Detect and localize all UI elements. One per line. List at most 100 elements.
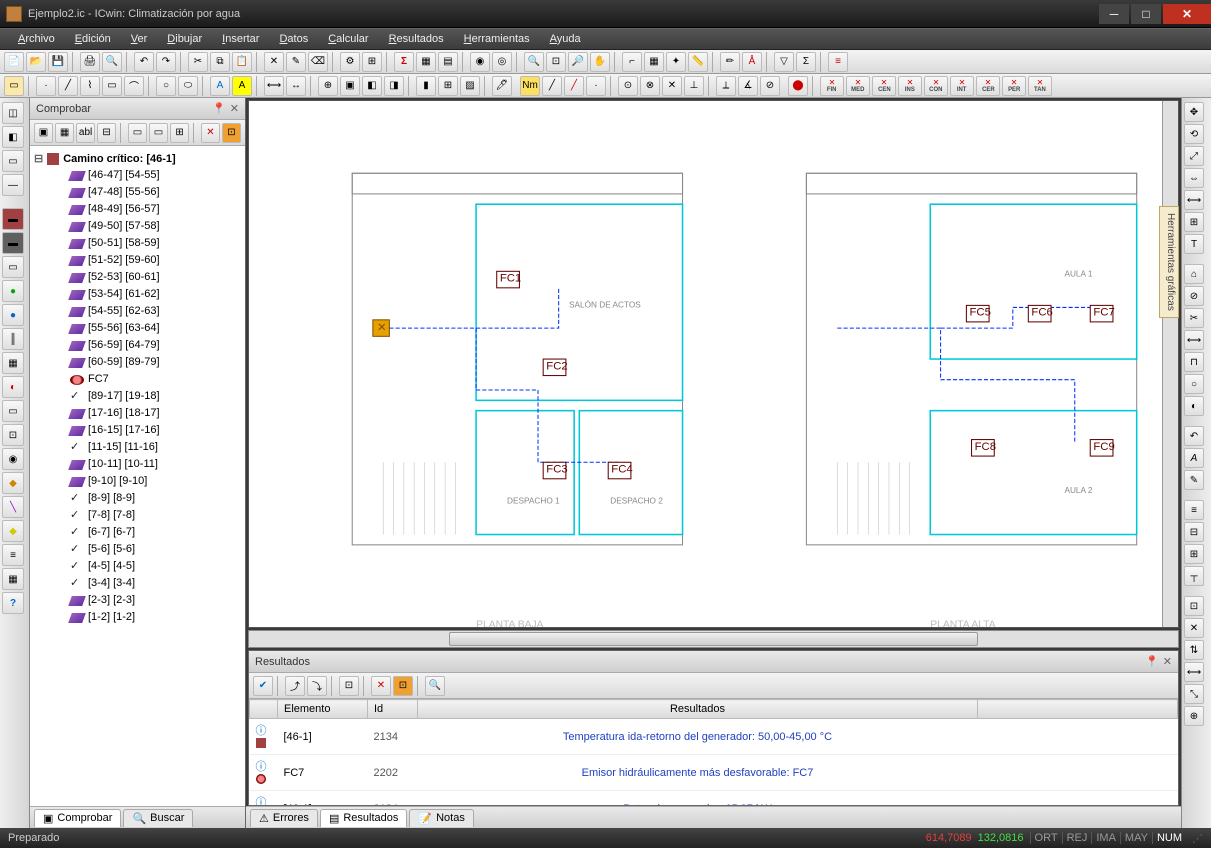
right-panel-tab[interactable]: Herramientas gráficas — [1159, 206, 1179, 318]
dim-icon[interactable]: ⟷ — [264, 76, 284, 96]
tree-item[interactable]: [2-3] [2-3] — [32, 592, 243, 609]
tree-item[interactable]: [55-56] [63-64] — [32, 320, 243, 337]
sum-icon[interactable]: Σ — [796, 52, 816, 72]
tree-item[interactable]: [11-15] [11-16] — [32, 439, 243, 456]
undo-icon[interactable]: ↶ — [134, 52, 154, 72]
tool-icon[interactable]: ⊞ — [362, 52, 382, 72]
text-icon[interactable]: A — [210, 76, 230, 96]
tree-item[interactable]: [60-59] [89-79] — [32, 354, 243, 371]
tree-view[interactable]: ⊟ Camino crítico: [46-1] [46-47] [54-55]… — [30, 146, 245, 806]
delete-icon[interactable]: ✕ — [371, 676, 391, 696]
symbol-icon[interactable]: ⊕ — [318, 76, 338, 96]
menu-resultados[interactable]: Resultados — [381, 31, 452, 47]
tool-icon[interactable]: ◎ — [492, 52, 512, 72]
tab-resultados[interactable]: ▤Resultados — [320, 809, 407, 827]
maximize-button[interactable]: □ — [1131, 4, 1161, 24]
snap-icon[interactable]: · — [586, 76, 606, 96]
tab-buscar[interactable]: 🔍Buscar — [123, 809, 193, 827]
tool-icon[interactable]: ▭ — [2, 150, 24, 172]
tree-item[interactable]: [54-55] [62-63] — [32, 303, 243, 320]
open-icon[interactable]: 📂 — [26, 52, 46, 72]
tool-icon[interactable]: ≡ — [1184, 500, 1204, 520]
tool-icon[interactable]: ⊡ — [2, 424, 24, 446]
pin-icon[interactable]: 📍 — [212, 102, 226, 115]
tool-icon[interactable]: ✕ — [1184, 618, 1204, 638]
export-icon[interactable]: ⤴ — [285, 676, 305, 696]
tree-item[interactable]: [49-50] [57-58] — [32, 218, 243, 235]
tab-notas[interactable]: 📝Notas — [409, 809, 473, 827]
tool-icon[interactable]: ⇅ — [1184, 640, 1204, 660]
close-button[interactable]: ✕ — [1163, 4, 1211, 24]
snap-icon[interactable]: ⊗ — [640, 76, 660, 96]
tool-icon[interactable]: ⤡ — [1184, 684, 1204, 704]
layers-icon[interactable]: ≡ — [828, 52, 848, 72]
tool-icon[interactable]: ◆ — [2, 520, 24, 542]
pin-icon[interactable]: 📍 — [1145, 655, 1159, 668]
close-icon[interactable]: ✕ — [230, 102, 239, 115]
snap-icon[interactable]: ⊘ — [760, 76, 780, 96]
arc-icon[interactable]: ⌒ — [124, 76, 144, 96]
snap-icon[interactable]: ⟂ — [716, 76, 736, 96]
tree-item[interactable]: [1-2] [1-2] — [32, 609, 243, 626]
menu-calcular[interactable]: Calcular — [320, 31, 376, 47]
tool-icon[interactable]: ⊡ — [222, 123, 241, 143]
select-icon[interactable]: ▭ — [4, 76, 24, 96]
tree-item[interactable]: [3-4] [3-4] — [32, 575, 243, 592]
pencil-icon[interactable]: ✏ — [720, 52, 740, 72]
tree-root[interactable]: ⊟ Camino crítico: [46-1] — [32, 150, 243, 167]
hatch-icon[interactable]: ▨ — [460, 76, 480, 96]
tree-item[interactable]: [8-9] [8-9] — [32, 490, 243, 507]
snap-fin[interactable]: ✕FIN — [820, 76, 844, 96]
snap-near-icon[interactable]: Nm — [520, 76, 540, 96]
grid-icon[interactable]: ▦ — [644, 52, 664, 72]
snap-icon[interactable]: ╱ — [542, 76, 562, 96]
sigma-icon[interactable]: Σ — [394, 52, 414, 72]
tool-icon[interactable]: ⊡ — [1184, 596, 1204, 616]
snap-tan[interactable]: ✕TAN — [1028, 76, 1052, 96]
tool-icon[interactable]: ▦ — [55, 123, 74, 143]
ellipse-icon[interactable]: ⬭ — [178, 76, 198, 96]
status-num[interactable]: NUM — [1152, 832, 1186, 844]
table-row[interactable]: ⓘ [46-1]2134Temperatura ida-retorno del … — [250, 719, 1178, 755]
search-icon[interactable]: 🔍 — [425, 676, 445, 696]
marker-icon[interactable]: Å — [742, 52, 762, 72]
axis-icon[interactable]: ⌐ — [622, 52, 642, 72]
delete-icon[interactable]: ✕ — [201, 123, 220, 143]
save-icon[interactable]: 💾 — [48, 52, 68, 72]
grab-icon[interactable]: ⬤ — [788, 76, 808, 96]
text-icon[interactable]: A — [232, 76, 252, 96]
tool-icon[interactable]: ● — [2, 304, 24, 326]
tool-icon[interactable]: ◐ — [2, 376, 24, 398]
menu-insertar[interactable]: Insertar — [214, 31, 267, 47]
edit-icon[interactable]: ✎ — [286, 52, 306, 72]
tree-item[interactable]: [9-10] [9-10] — [32, 473, 243, 490]
snap-ins[interactable]: ✕INS — [898, 76, 922, 96]
snap-cer[interactable]: ✕CER — [976, 76, 1000, 96]
select-icon[interactable]: ⊡ — [339, 676, 359, 696]
rect-icon[interactable]: ▭ — [102, 76, 122, 96]
check-icon[interactable]: ✔ — [253, 676, 273, 696]
resize-grip-icon[interactable]: ⋰ — [1192, 832, 1203, 845]
tab-comprobar[interactable]: ▣Comprobar — [34, 809, 121, 827]
table-row[interactable]: ⓘ [46-1]2134Potencia generador: 65,27 kW — [250, 791, 1178, 806]
tool-icon[interactable]: ▭ — [149, 123, 168, 143]
tool-icon[interactable]: ◧ — [2, 126, 24, 148]
menu-datos[interactable]: Datos — [271, 31, 316, 47]
tree-item[interactable]: [4-5] [4-5] — [32, 558, 243, 575]
zoom-fit-icon[interactable]: ⊡ — [546, 52, 566, 72]
tree-item[interactable]: [52-53] [60-61] — [32, 269, 243, 286]
point-icon[interactable]: · — [36, 76, 56, 96]
dim-icon[interactable]: ↔ — [286, 76, 306, 96]
snap-int[interactable]: ✕INT — [950, 76, 974, 96]
tool-icon[interactable]: ▦ — [2, 568, 24, 590]
help-icon[interactable]: ? — [2, 592, 24, 614]
calc-icon[interactable]: ▦ — [416, 52, 436, 72]
tool-icon[interactable]: ◆ — [2, 472, 24, 494]
menu-dibujar[interactable]: Dibujar — [159, 31, 210, 47]
tool-icon[interactable]: ⊞ — [1184, 544, 1204, 564]
menu-edición[interactable]: Edición — [67, 31, 119, 47]
minimize-button[interactable]: ─ — [1099, 4, 1129, 24]
snap-icon[interactable]: ✦ — [666, 52, 686, 72]
status-ort[interactable]: ORT — [1030, 832, 1062, 844]
erase-icon[interactable]: ⌫ — [308, 52, 328, 72]
